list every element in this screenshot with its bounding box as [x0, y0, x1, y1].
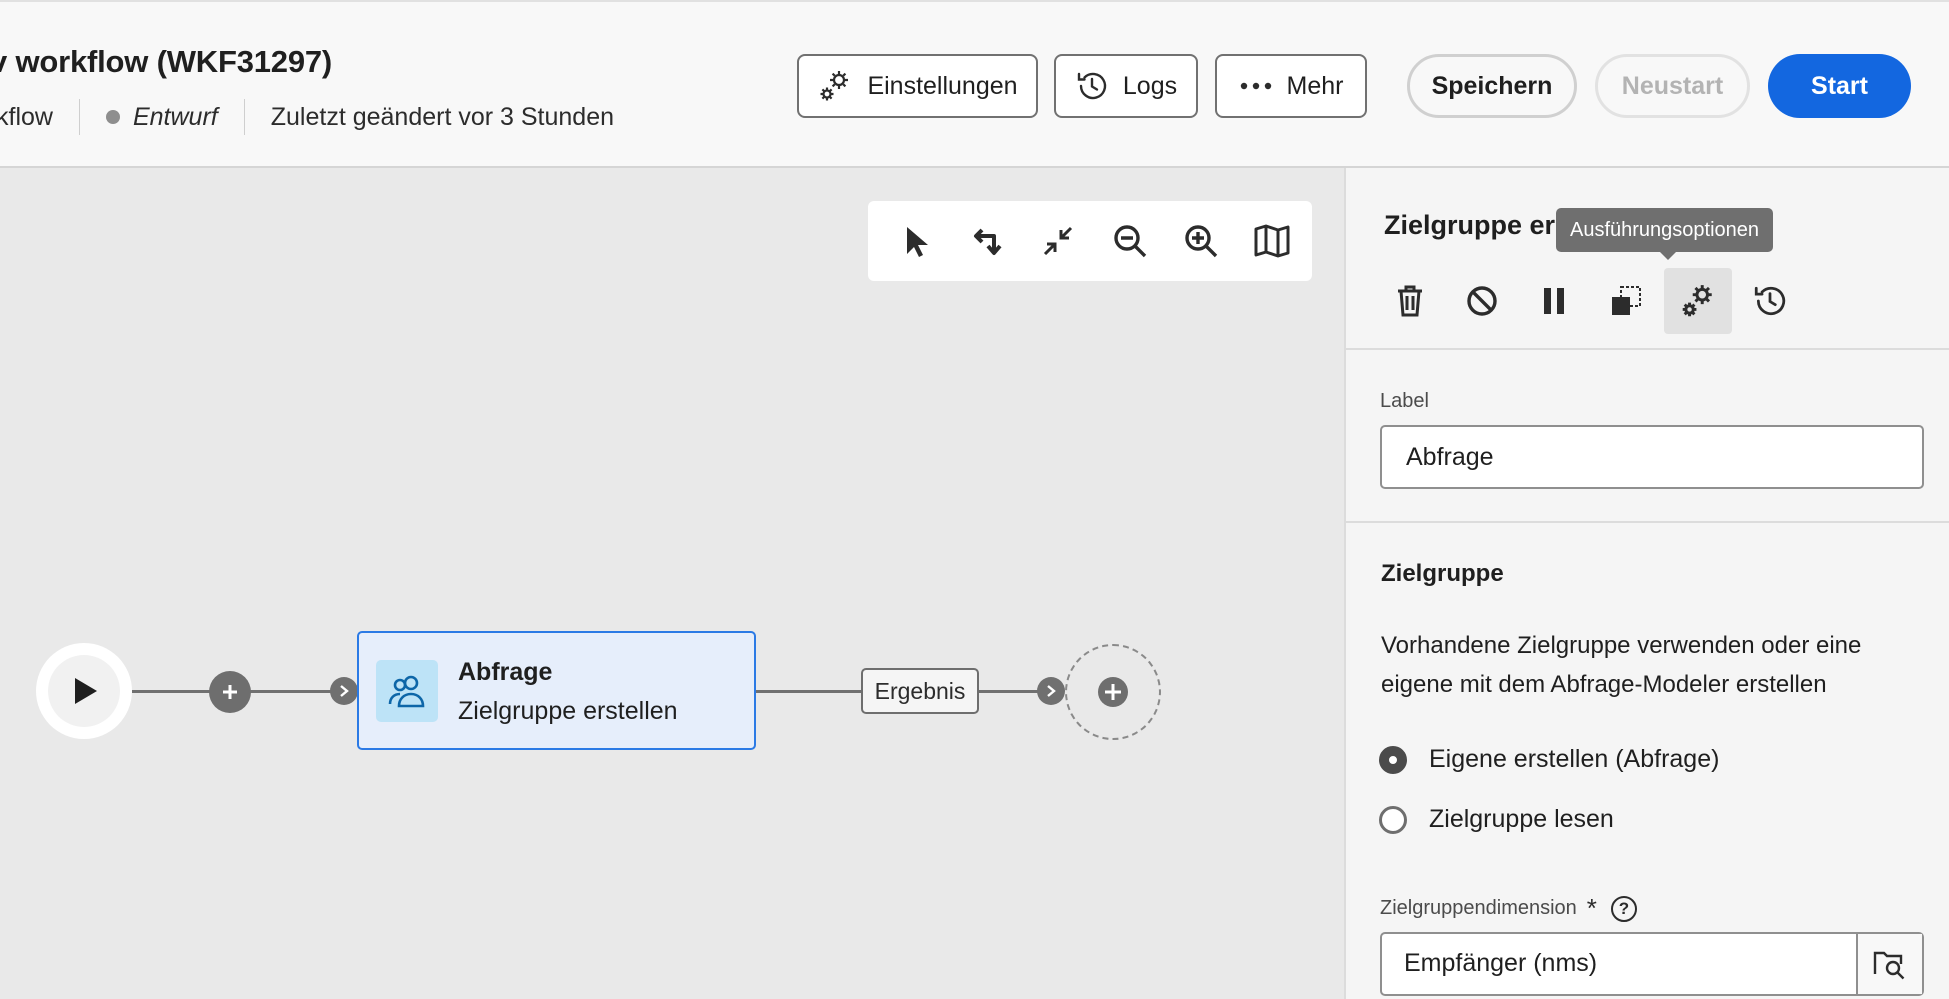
dimension-value: Empfänger (nms)	[1404, 949, 1598, 977]
activity-title: Abfrage	[458, 658, 553, 686]
gears-icon	[820, 71, 849, 101]
workflow-status: Entwurf	[132, 102, 218, 131]
connector-line	[979, 690, 1039, 693]
more-label: Mehr	[1286, 71, 1344, 100]
audience-icon	[376, 660, 438, 722]
play-icon	[75, 678, 97, 704]
section-description: Vorhandene Zielgruppe verwenden oder ein…	[1381, 632, 1862, 698]
chevron-right-icon	[340, 685, 349, 697]
label-field-label: Label	[1380, 390, 1429, 412]
section-title: Zielgruppe	[1381, 560, 1504, 587]
radio-unchecked-icon[interactable]	[1379, 805, 1407, 834]
properties-panel: Zielgruppe er Ausführungsoptionen Label …	[1344, 168, 1949, 999]
copy-icon	[1612, 286, 1641, 315]
panel-divider	[1346, 348, 1949, 350]
dimension-label-row: Zielgruppendimension * ?	[1380, 893, 1637, 924]
save-button[interactable]: Speichern	[1407, 54, 1577, 118]
radio-create-own[interactable]: Eigene erstellen (Abfrage)	[1379, 745, 1719, 774]
activity-subtitle: Zielgruppe erstellen	[458, 697, 678, 725]
radio-checked-icon[interactable]	[1379, 745, 1407, 774]
workflow-canvas[interactable]: Abfrage Zielgruppe erstellen Ergebnis	[0, 168, 1344, 999]
start-node-inner	[48, 655, 120, 727]
history-icon	[1077, 72, 1107, 100]
radio-label: Zielgruppe lesen	[1429, 805, 1614, 833]
workflow-type: kflow	[0, 102, 53, 131]
pause-button[interactable]	[1520, 268, 1588, 334]
panel-divider	[1346, 521, 1949, 523]
logs-label: Logs	[1122, 71, 1178, 100]
last-modified: Zuletzt geändert vor 3 Stunden	[270, 102, 615, 131]
input-port	[330, 677, 358, 705]
zoom-out-icon[interactable]	[1106, 217, 1154, 265]
pause-icon	[1544, 288, 1564, 314]
panel-toolbar	[1376, 268, 1808, 334]
status-dot-icon	[105, 110, 120, 124]
result-transition-label[interactable]: Ergebnis	[861, 668, 979, 714]
browse-dimension-button[interactable]	[1856, 934, 1922, 994]
plus-icon	[223, 685, 237, 699]
execution-options-button[interactable]	[1664, 268, 1732, 334]
zoom-in-icon[interactable]	[1177, 217, 1225, 265]
canvas-toolbar	[868, 201, 1312, 281]
workflow-meta: kflow Entwurf Zuletzt geändert vor 3 Stu…	[0, 98, 614, 136]
more-icon	[1240, 82, 1271, 90]
activity-node-query[interactable]: Abfrage Zielgruppe erstellen	[357, 631, 756, 750]
more-button[interactable]: Mehr	[1215, 54, 1367, 118]
radio-read-audience[interactable]: Zielgruppe lesen	[1379, 805, 1614, 834]
gears-icon	[1682, 285, 1712, 317]
meta-divider	[78, 99, 80, 135]
disable-button[interactable]	[1448, 268, 1516, 334]
meta-divider	[243, 99, 245, 135]
dimension-field[interactable]: Empfänger (nms)	[1380, 932, 1924, 996]
folder-search-icon	[1873, 951, 1905, 980]
radio-label: Eigene erstellen (Abfrage)	[1429, 745, 1720, 773]
add-next-activity-button[interactable]	[1065, 644, 1161, 740]
settings-label: Einstellungen	[867, 71, 1018, 100]
required-mark: *	[1586, 893, 1597, 923]
logs-button[interactable]: Logs	[1054, 54, 1198, 118]
help-icon[interactable]: ?	[1610, 895, 1637, 922]
chevron-right-icon	[1047, 685, 1056, 697]
start-node[interactable]	[36, 643, 132, 739]
dimension-label: Zielgruppendimension	[1380, 897, 1577, 919]
collapse-icon[interactable]	[1034, 217, 1082, 265]
label-input[interactable]: Abfrage	[1380, 425, 1924, 489]
output-port	[1037, 677, 1065, 705]
connector-line	[756, 690, 861, 693]
settings-button[interactable]: Einstellungen	[797, 54, 1038, 118]
workflow-header: v workflow (WKF31297) kflow Entwurf Zule…	[0, 0, 1949, 168]
trash-icon	[1398, 285, 1422, 317]
map-icon[interactable]	[1248, 217, 1296, 265]
panel-title: Zielgruppe er	[1384, 210, 1556, 240]
add-activity-button[interactable]	[209, 671, 251, 713]
undo-icon[interactable]	[963, 217, 1011, 265]
delete-button[interactable]	[1376, 268, 1444, 334]
disable-icon	[1467, 286, 1497, 316]
select-icon[interactable]	[892, 217, 940, 265]
copy-button[interactable]	[1592, 268, 1660, 334]
workflow-title: v workflow (WKF31297)	[0, 44, 333, 79]
start-button[interactable]: Start	[1768, 54, 1911, 118]
history-button[interactable]	[1736, 268, 1804, 334]
plus-circle-icon	[1098, 677, 1128, 707]
history-icon	[1754, 286, 1786, 316]
restart-button[interactable]: Neustart	[1595, 54, 1750, 118]
tooltip-execution-options: Ausführungsoptionen	[1556, 208, 1774, 260]
